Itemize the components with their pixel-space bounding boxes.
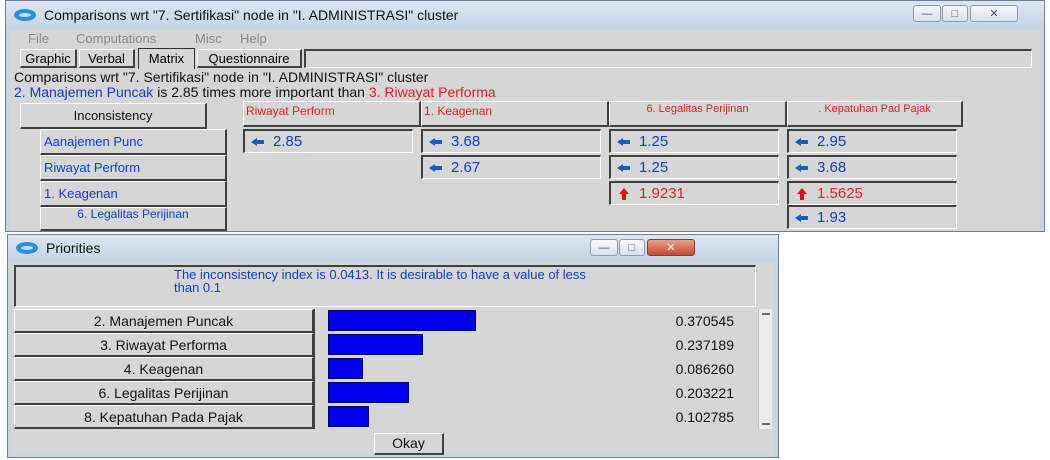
priority-row: 6. Legalitas Perijinan 0.203221	[14, 381, 756, 405]
priority-label: 3. Riwayat Performa	[14, 333, 314, 357]
priority-bar	[328, 406, 369, 427]
cell-r3c3[interactable]: 1.93	[787, 205, 957, 229]
col-header-legalitas: 6. Legalitas Perijinan	[609, 101, 787, 127]
priorities-body: The inconsistency index is 0.0413. It is…	[12, 263, 774, 455]
row-header-riwayat: Riwayat Perform	[40, 155, 227, 181]
priority-row: 4. Keagenan 0.086260	[14, 357, 756, 381]
tab-bar-filler	[304, 49, 1032, 68]
cell-r0c0[interactable]: 2.85	[243, 129, 413, 153]
row-header-manajemen: Aanajemen Punc	[40, 129, 227, 155]
tab-verbal[interactable]: Verbal	[79, 49, 135, 68]
inconsistency-button[interactable]: Inconsistency	[20, 103, 207, 129]
priority-value: 0.370545	[675, 313, 734, 329]
comparisons-titlebar: Comparisons wrt "7. Sertifikasi" node in…	[6, 1, 1044, 29]
cell-r1c3[interactable]: 3.68	[787, 155, 957, 179]
priority-value: 0.237189	[675, 337, 734, 353]
menu-file[interactable]: File	[28, 31, 49, 46]
arrow-left-icon	[795, 214, 808, 222]
menu-computations[interactable]: Computations	[76, 31, 156, 46]
priorities-minimize-button[interactable]: —	[590, 239, 618, 256]
arrow-left-icon	[429, 164, 442, 172]
cell-r1c2[interactable]: 1.25	[609, 155, 779, 179]
menu-misc[interactable]: Misc	[195, 31, 222, 46]
menu-help[interactable]: Help	[240, 31, 267, 46]
priority-bar	[328, 382, 409, 403]
arrow-left-icon	[617, 138, 630, 146]
info-line-2: 2. Manajemen Puncak is 2.85 times more i…	[14, 85, 496, 100]
priority-row: 2. Manajemen Puncak 0.370545	[14, 309, 756, 333]
priorities-title: Priorities	[46, 240, 101, 256]
cell-r0c2[interactable]: 1.25	[609, 129, 779, 153]
info-line-1: Comparisons wrt "7. Sertifikasi" node in…	[14, 69, 429, 85]
close-button[interactable]: ✕	[970, 5, 1018, 22]
cell-r2c2[interactable]: 1.9231	[609, 181, 779, 205]
inconsistency-message: The inconsistency index is 0.0413. It is…	[174, 267, 586, 295]
matrix-area: Inconsistency Riwayat Perform 1. Keagena…	[10, 101, 1040, 231]
comparisons-title: Comparisons wrt "7. Sertifikasi" node in…	[44, 7, 459, 23]
arrow-up-icon	[619, 188, 629, 200]
col-header-riwayat: Riwayat Perform	[243, 101, 421, 127]
scroll-up-arrow-icon[interactable]	[762, 313, 770, 315]
info-panel: Comparisons wrt "7. Sertifikasi" node in…	[10, 69, 1040, 101]
priority-row: 3. Riwayat Performa 0.237189	[14, 333, 756, 357]
arrow-left-icon	[795, 164, 808, 172]
priority-label: 2. Manajemen Puncak	[14, 309, 314, 333]
row-header-keagenan: 1. Keagenan	[40, 181, 227, 207]
priority-label: 8. Kepatuhan Pada Pajak	[14, 405, 314, 429]
priorities-maximize-button[interactable]: □	[619, 239, 645, 256]
priority-bar	[328, 334, 423, 355]
cell-r1c1[interactable]: 2.67	[421, 155, 601, 179]
tab-bar: Graphic Verbal Matrix Questionnaire	[10, 47, 1040, 69]
priority-bar	[328, 358, 363, 379]
priorities-close-button[interactable]: ✕	[647, 239, 695, 256]
info-middle: is 2.85 times more important than	[153, 84, 369, 100]
inconsistency-message-box: The inconsistency index is 0.0413. It is…	[14, 265, 756, 307]
priorities-scrollbar[interactable]	[758, 309, 772, 429]
col-header-kepatuhan: . Kepatuhan Pad Pajak	[787, 101, 963, 127]
arrow-up-icon	[797, 188, 807, 200]
tab-matrix[interactable]: Matrix	[138, 48, 195, 69]
menu-bar: File Computations Misc Help	[10, 30, 1040, 47]
priorities-window: Priorities — □ ✕ The inconsistency index…	[7, 234, 779, 458]
priorities-list: 2. Manajemen Puncak 0.370545 3. Riwayat Pe…	[14, 309, 756, 429]
priority-bar	[328, 310, 476, 331]
tab-questionnaire[interactable]: Questionnaire	[197, 49, 302, 68]
priority-row: 8. Kepatuhan Pada Pajak 0.102785	[14, 405, 756, 429]
app-logo-icon	[16, 242, 38, 254]
priority-value: 0.203221	[675, 385, 734, 401]
arrow-left-icon	[617, 164, 630, 172]
info-node-b: 3. Riwayat Performa	[368, 84, 496, 100]
scroll-down-arrow-icon[interactable]	[762, 423, 770, 425]
okay-button[interactable]: Okay	[374, 433, 444, 455]
priority-label: 4. Keagenan	[14, 357, 314, 381]
priority-label: 6. Legalitas Perijinan	[14, 381, 314, 405]
app-logo-icon	[14, 9, 36, 21]
arrow-left-icon	[251, 138, 264, 146]
minimize-button[interactable]: —	[913, 5, 941, 22]
cell-r0c3[interactable]: 2.95	[787, 129, 957, 153]
arrow-left-icon	[795, 138, 808, 146]
tab-graphic[interactable]: Graphic	[20, 49, 77, 68]
priority-value: 0.086260	[675, 361, 734, 377]
col-header-keagenan: 1. Keagenan	[421, 101, 609, 127]
cell-r2c3[interactable]: 1.5625	[787, 181, 957, 205]
cell-r0c1[interactable]: 3.68	[421, 129, 601, 153]
maximize-button[interactable]: □	[942, 5, 968, 22]
comparisons-window: Comparisons wrt "7. Sertifikasi" node in…	[5, 0, 1045, 232]
priority-value: 0.102785	[675, 409, 734, 425]
arrow-left-icon	[429, 138, 442, 146]
row-header-legalitas: 6. Legalitas Perijinan	[40, 207, 227, 231]
info-node-a: 2. Manajemen Puncak	[14, 84, 154, 100]
